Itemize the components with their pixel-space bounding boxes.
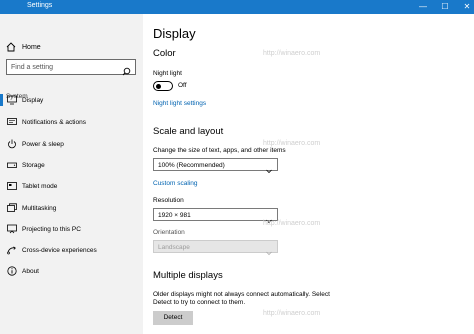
sidebar-item-multitasking[interactable]: Multitasking — [0, 199, 143, 217]
title-bar: Settings — ☐ ✕ — [0, 0, 474, 14]
orientation-value: Landscape — [158, 243, 190, 251]
sidebar-item-label: Display — [22, 96, 44, 104]
selection-indicator — [0, 94, 3, 106]
orientation-dropdown: Landscape — [153, 240, 278, 256]
search-box[interactable]: Find a setting — [6, 59, 136, 76]
window-title: Settings — [27, 2, 53, 9]
orientation-label: Orientation — [153, 229, 185, 236]
night-light-state: Off — [178, 82, 187, 89]
chevron-down-icon — [266, 161, 272, 174]
sidebar-item-label: Power & sleep — [22, 140, 64, 148]
sidebar-item-display[interactable]: Display — [0, 91, 143, 109]
toggle-knob — [156, 83, 161, 89]
scale-dropdown[interactable]: 100% (Recommended) — [153, 158, 278, 174]
notifications-icon — [7, 117, 17, 127]
minimize-button[interactable]: — — [412, 0, 434, 14]
scale-value: 100% (Recommended) — [158, 161, 225, 169]
scale-description: Change the size of text, apps, and other… — [153, 147, 286, 154]
sidebar-item-label: Projecting to this PC — [22, 225, 81, 233]
sidebar-item-cross-device[interactable]: Cross-device experiences — [0, 241, 143, 259]
cross-device-icon — [7, 245, 17, 255]
chevron-down-icon — [266, 211, 272, 224]
sidebar-item-label: Storage — [22, 161, 45, 169]
sidebar: Home Find a setting System Display Notif… — [0, 14, 143, 334]
watermark: http://winaero.com — [263, 310, 321, 317]
power-icon — [7, 139, 17, 149]
sidebar-item-tablet-mode[interactable]: Tablet mode — [0, 177, 143, 195]
night-light-toggle[interactable] — [153, 81, 173, 91]
home-icon — [6, 42, 16, 52]
close-button[interactable]: ✕ — [456, 0, 474, 14]
detect-button[interactable]: Detect — [153, 311, 193, 325]
sidebar-item-notifications[interactable]: Notifications & actions — [0, 113, 143, 131]
sidebar-item-label: About — [22, 267, 39, 275]
sidebar-item-label: Tablet mode — [22, 182, 58, 190]
chevron-down-icon — [266, 243, 272, 256]
resolution-value: 1920 × 981 — [158, 211, 191, 219]
sidebar-item-label: Multitasking — [22, 204, 57, 212]
maximize-button[interactable]: ☐ — [434, 0, 456, 14]
sidebar-item-label: Cross-device experiences — [22, 246, 97, 254]
custom-scaling-link[interactable]: Custom scaling — [153, 180, 197, 187]
tablet-icon — [7, 181, 17, 191]
monitor-icon — [7, 95, 17, 105]
search-icon — [122, 63, 131, 76]
home-label: Home — [22, 43, 41, 51]
multiple-displays-desc-2: Detect to try to connect to them. — [153, 299, 246, 306]
watermark: http://winaero.com — [263, 50, 321, 57]
search-placeholder: Find a setting — [11, 64, 54, 71]
home-nav-item[interactable]: Home — [6, 41, 41, 53]
color-heading: Color — [153, 48, 176, 59]
multiple-displays-desc-1: Older displays might not always connect … — [153, 291, 330, 298]
sidebar-item-about[interactable]: About — [0, 262, 143, 280]
scale-layout-heading: Scale and layout — [153, 126, 224, 137]
watermark: http://winaero.com — [263, 140, 321, 147]
projecting-icon — [7, 224, 17, 234]
night-light-settings-link[interactable]: Night light settings — [153, 100, 206, 107]
sidebar-item-power[interactable]: Power & sleep — [0, 135, 143, 153]
sidebar-item-storage[interactable]: Storage — [0, 156, 143, 174]
night-light-label: Night light — [153, 70, 182, 77]
watermark: http://winaero.com — [263, 220, 321, 227]
sidebar-item-projecting[interactable]: Projecting to this PC — [0, 220, 143, 238]
storage-icon — [7, 160, 17, 170]
resolution-dropdown[interactable]: 1920 × 981 — [153, 208, 278, 224]
sidebar-item-label: Notifications & actions — [22, 118, 86, 126]
main-panel: Display Color Night light Off Night ligh… — [143, 14, 474, 334]
info-icon — [7, 266, 17, 276]
multitasking-icon — [7, 203, 17, 213]
multiple-displays-heading: Multiple displays — [153, 270, 223, 281]
page-title: Display — [153, 26, 196, 41]
resolution-label: Resolution — [153, 197, 184, 204]
